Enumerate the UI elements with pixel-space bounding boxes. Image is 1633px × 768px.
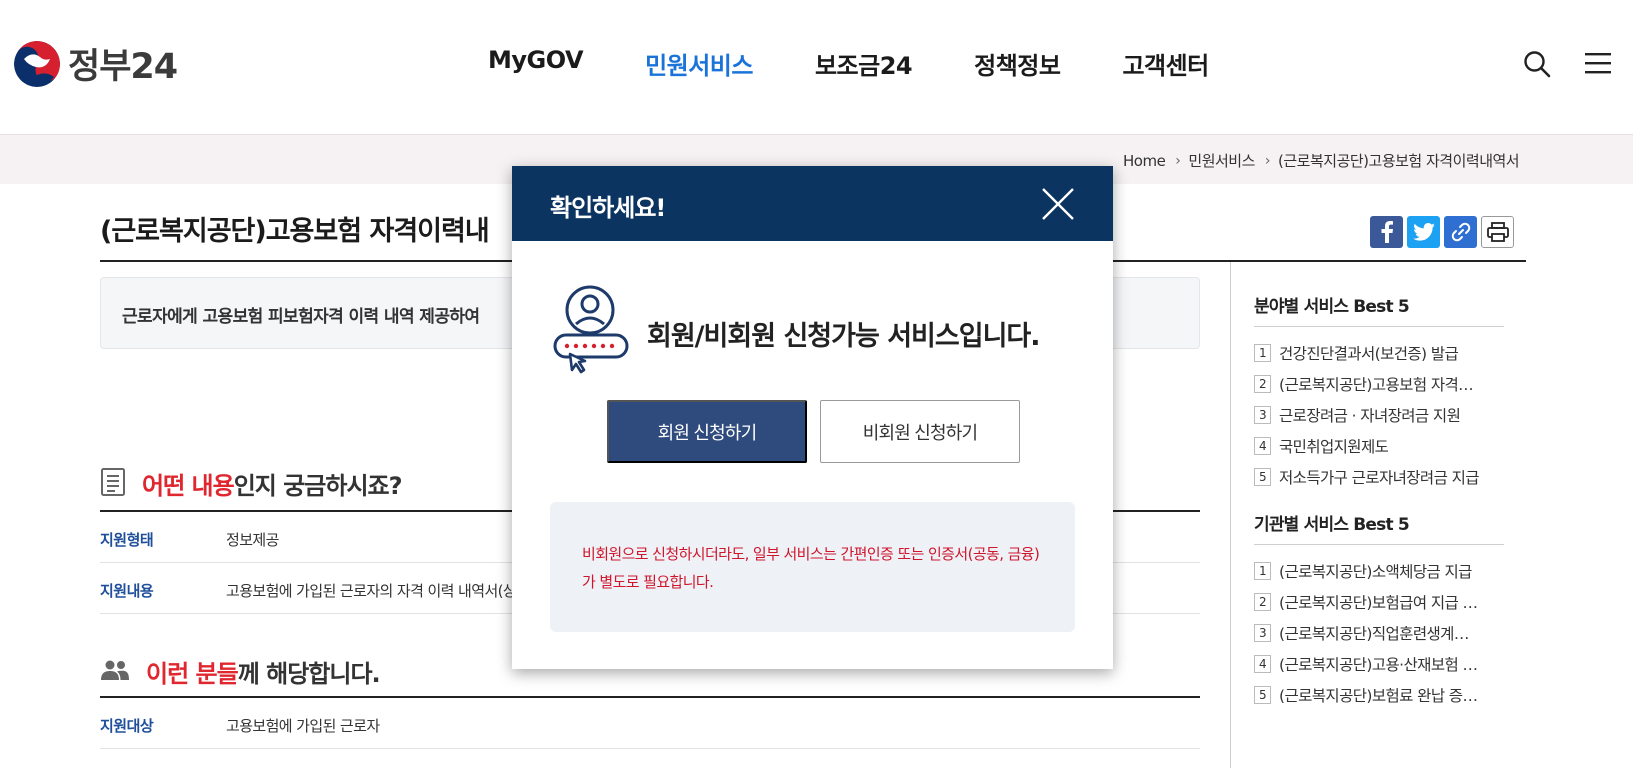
nav-mygov[interactable]: MyGOV	[488, 46, 584, 81]
org-best-list: 1 (근로복지공단)소액체당금 지급 2 (근로복지공단)보험급여 지급 … 3 (근…	[1254, 555, 1504, 710]
chevron-right-icon: ›	[1175, 152, 1181, 169]
section-what-rest: 인지 궁금하시죠?	[233, 472, 403, 500]
summary-text: 근로자에게 고용보험 피보험자격 이력 내역 제공하여	[122, 307, 480, 327]
print-icon[interactable]	[1481, 216, 1514, 248]
list-item-text: (근로복지공단)보험료 완납 증…	[1279, 686, 1478, 705]
rank-badge: 2	[1254, 374, 1271, 393]
nav-policy-info[interactable]: 정책정보	[974, 46, 1061, 81]
main-nav: MyGOV 민원서비스 보조금24 정책정보 고객센터	[488, 46, 1271, 81]
list-item-text: (근로복지공단)고용보험 자격…	[1279, 375, 1474, 394]
sidebar-divider	[1230, 262, 1231, 768]
list-item-text: (근로복지공단)소액체당금 지급	[1279, 562, 1472, 581]
list-item-text: 건강진단결과서(보건증) 발급	[1279, 344, 1459, 363]
rank-badge: 3	[1254, 405, 1271, 424]
page-title: (근로복지공단)고용보험 자격이력내	[100, 216, 490, 247]
rank-badge: 4	[1254, 654, 1271, 673]
document-icon	[100, 467, 126, 501]
row-value: 고용보험에 가입된 근로자의 자격 이력 내역서(상	[226, 582, 517, 600]
list-item[interactable]: 3 근로장려금 · 자녀장려금 지원	[1254, 399, 1504, 430]
list-item[interactable]: 1 건강진단결과서(보건증) 발급	[1254, 337, 1504, 368]
breadcrumb-current: (근로복지공단)고용보험 자격이력내역서	[1278, 152, 1520, 170]
list-item[interactable]: 5 저소득가구 근로자녀장려금 지급	[1254, 461, 1504, 492]
modal-header: 확인하세요!	[512, 166, 1113, 241]
section-who-header: 이런 분들께 해당합니다.	[100, 654, 381, 689]
rank-badge: 3	[1254, 623, 1271, 642]
facebook-share-icon[interactable]	[1370, 216, 1403, 248]
logo[interactable]: 정부24	[14, 38, 178, 89]
notice-box: 비회원으로 신청하시더라도, 일부 서비스는 간편인증 또는 인증서(공동, 금…	[550, 502, 1075, 632]
list-item-text: (근로복지공단)보험급여 지급 …	[1279, 593, 1478, 612]
rank-badge: 1	[1254, 561, 1271, 580]
search-icon[interactable]	[1523, 50, 1551, 82]
site-header: 정부24 MyGOV 민원서비스 보조금24 정책정보 고객센터	[0, 0, 1633, 133]
info-row-target: 지원대상 고용보험에 가입된 근로자	[100, 698, 1200, 749]
link-copy-icon[interactable]	[1444, 216, 1477, 248]
notice-text: 비회원으로 신청하시더라도, 일부 서비스는 간편인증 또는 인증서(공동, 금…	[582, 545, 1040, 591]
list-item[interactable]: 3 (근로복지공단)직업훈련생계…	[1254, 617, 1504, 648]
section-who-rest: 께 해당합니다.	[237, 660, 381, 688]
org-best-block: 기관별 서비스 Best 5 1 (근로복지공단)소액체당금 지급 2 (근로복지공…	[1254, 510, 1504, 710]
nav-customer-center[interactable]: 고객센터	[1122, 46, 1209, 81]
org-best-title: 기관별 서비스 Best 5	[1254, 510, 1504, 545]
list-item[interactable]: 1 (근로복지공단)소액체당금 지급	[1254, 555, 1504, 586]
row-label: 지원내용	[100, 582, 154, 600]
breadcrumb-home[interactable]: Home	[1123, 152, 1166, 170]
field-best-list: 1 건강진단결과서(보건증) 발급 2 (근로복지공단)고용보험 자격… 3 근로장려…	[1254, 337, 1504, 492]
field-best-title: 분야별 서비스 Best 5	[1254, 292, 1504, 327]
rank-badge: 5	[1254, 685, 1271, 704]
list-item[interactable]: 2 (근로복지공단)보험급여 지급 …	[1254, 586, 1504, 617]
chevron-right-icon: ›	[1264, 152, 1271, 169]
row-value: 정보제공	[226, 531, 279, 549]
field-best-block: 분야별 서비스 Best 5 1 건강진단결과서(보건증) 발급 2 (근로복지공단…	[1254, 292, 1504, 492]
section-who-highlight: 이런 분들	[146, 660, 239, 688]
list-item[interactable]: 2 (근로복지공단)고용보험 자격…	[1254, 368, 1504, 399]
list-item-text: 저소득가구 근로자녀장려금 지급	[1279, 468, 1479, 487]
people-icon	[100, 659, 130, 685]
member-apply-button[interactable]: 회원 신청하기	[607, 400, 807, 463]
member-login-icon	[552, 284, 632, 380]
list-item-text: 근로장려금 · 자녀장려금 지원	[1279, 406, 1461, 425]
nav-civil-service[interactable]: 민원서비스	[645, 46, 753, 81]
rank-badge: 2	[1254, 592, 1271, 611]
close-icon[interactable]	[1042, 188, 1074, 220]
list-item[interactable]: 5 (근로복지공단)보험료 완납 증…	[1254, 679, 1504, 710]
logo-text: 정부24	[68, 47, 178, 87]
breadcrumb-level1[interactable]: 민원서비스	[1188, 150, 1255, 171]
list-item[interactable]: 4 국민취업지원제도	[1254, 430, 1504, 461]
rank-badge: 1	[1254, 343, 1271, 362]
list-item-text: (근로복지공단)직업훈련생계…	[1279, 624, 1469, 643]
modal-title: 확인하세요!	[550, 194, 666, 222]
rank-badge: 5	[1254, 467, 1271, 486]
row-label: 지원대상	[100, 717, 154, 735]
section-what-header: 어떤 내용인지 궁금하시죠?	[100, 466, 403, 501]
rank-badge: 4	[1254, 436, 1271, 455]
row-label: 지원형태	[100, 531, 154, 549]
section-who-title: 이런 분들께 해당합니다.	[146, 654, 381, 689]
nav-subsidy24[interactable]: 보조금24	[815, 46, 913, 81]
guest-apply-button[interactable]: 비회원 신청하기	[820, 400, 1020, 463]
section-what-highlight: 어떤 내용	[142, 472, 235, 500]
modal-message: 회원/비회원 신청가능 서비스입니다.	[647, 321, 1041, 352]
list-item-text: 국민취업지원제도	[1279, 437, 1389, 456]
list-item[interactable]: 4 (근로복지공단)고용·산재보험 …	[1254, 648, 1504, 679]
section-what-title: 어떤 내용인지 궁금하시죠?	[142, 466, 403, 501]
breadcrumb: Home › 민원서비스 › (근로복지공단)고용보험 자격이력내역서	[1123, 150, 1520, 171]
taegeuk-logo-icon	[14, 40, 60, 87]
confirm-modal: 확인하세요! 회원/비회원 신청가능 서비스입니다. 회원 신청하기 비회원 신…	[512, 166, 1113, 669]
twitter-share-icon[interactable]	[1407, 216, 1440, 248]
list-item-text: (근로복지공단)고용·산재보험 …	[1279, 655, 1478, 674]
menu-icon[interactable]	[1585, 50, 1611, 80]
row-value: 고용보험에 가입된 근로자	[226, 717, 380, 735]
